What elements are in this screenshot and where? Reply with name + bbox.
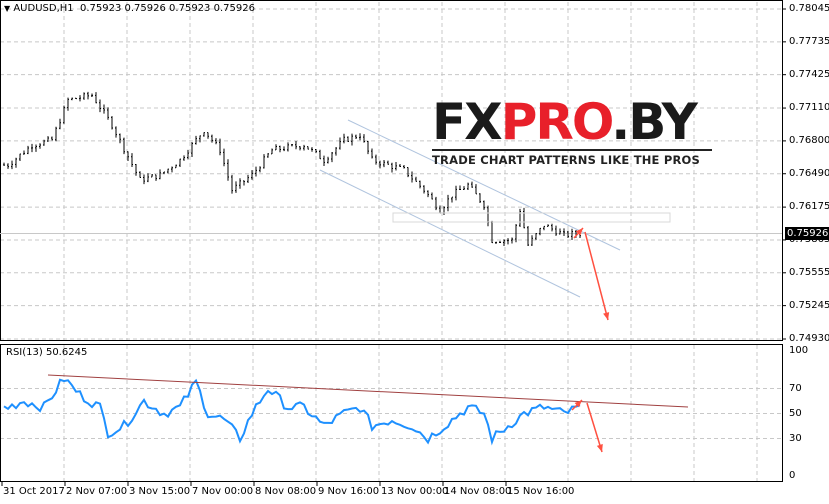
price-label: 0.75245 [789,299,829,311]
rsi-label: 70 [789,382,802,394]
rsi-title: RSI(13) 50.6245 [6,347,88,358]
support-zone [392,212,671,223]
rsi-label: 30 [789,432,802,444]
time-label: 8 Nov 08:00 [255,486,317,497]
time-label: 15 Nov 16:00 [507,486,575,497]
rsi-trendline [47,374,689,408]
time-label: 9 Nov 16:00 [318,486,380,497]
time-label: 13 Nov 00:00 [381,486,449,497]
current-price-label: 0.75926 [785,227,829,240]
time-label: 7 Nov 00:00 [192,486,254,497]
chart-canvas[interactable] [0,0,829,504]
logo-tagline: TRADE CHART PATTERNS LIKE THE PROS [432,149,712,167]
time-label: 3 Nov 15:00 [129,486,191,497]
price-label: 0.76490 [789,167,829,179]
triangle-down-icon[interactable]: ▼ [4,4,10,13]
symbol-header: ▼ AUDUSD,H1 0.75923 0.75926 0.75923 0.75… [4,3,255,14]
rsi-line [3,378,581,446]
price-label: 0.77735 [789,35,829,47]
logo-part-pro: PRO [500,93,614,151]
rsi-arrow-down-icon-head [596,444,603,452]
price-label: 0.78045 [789,3,829,14]
arrow-down-icon [584,231,609,321]
rsi-label: 0 [789,470,796,481]
symbol-title: AUDUSD,H1 0.75923 0.75926 0.75923 0.7592… [13,3,255,14]
price-label: 0.77110 [789,102,829,114]
price-label: 0.76175 [789,201,829,213]
rsi-arrow-down-icon [586,402,603,453]
time-label: 14 Nov 08:00 [444,486,512,497]
chart-window[interactable]: ▼ AUDUSD,H1 0.75923 0.75926 0.75923 0.75… [0,0,829,504]
price-label: 0.77425 [789,68,829,80]
time-label: 31 Oct 2017 [3,486,65,497]
logo-part-fx: FX [432,93,503,151]
price-label: 0.76800 [789,134,829,146]
price-label: 0.74930 [789,333,829,344]
rsi-label: 100 [789,345,809,356]
price-label: 0.75555 [789,266,829,278]
fxpro-logo: FXPRO.BY TRADE CHART PATTERNS LIKE THE P… [432,97,712,167]
logo-part-by: .BY [611,93,698,151]
time-label: 2 Nov 07:00 [66,486,128,497]
rsi-label: 50 [789,407,802,419]
